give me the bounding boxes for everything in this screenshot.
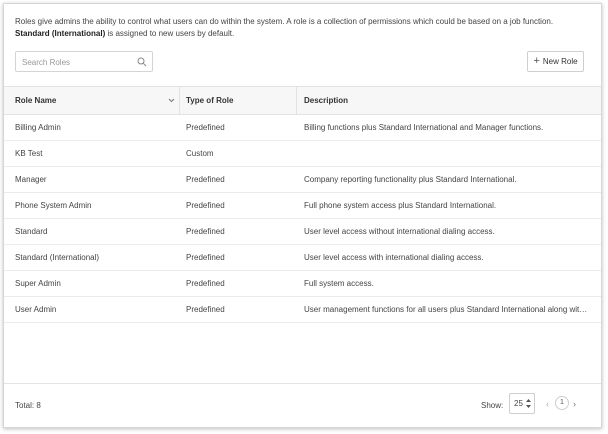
table-row[interactable]: User Admin Predefined User management fu… <box>4 297 601 323</box>
header-type-of-role: Type of Role <box>186 96 234 105</box>
header-description: Description <box>304 96 349 105</box>
role-name-cell[interactable]: Phone System Admin <box>15 193 91 218</box>
roles-description: Roles give admins the ability to control… <box>15 16 595 40</box>
role-name-cell[interactable]: Super Admin <box>15 271 61 296</box>
chevron-down-icon[interactable] <box>168 97 175 104</box>
chevron-right-icon[interactable]: › <box>573 399 576 409</box>
column-divider <box>179 87 180 114</box>
role-name-cell[interactable]: KB Test <box>15 141 42 166</box>
role-type-cell: Predefined <box>186 253 225 262</box>
table-row[interactable]: Phone System Admin Predefined Full phone… <box>4 193 601 219</box>
intro-line-2-rest: is assigned to new users by default. <box>105 29 235 38</box>
updown-icon <box>526 399 531 408</box>
page-size-value: 25 <box>514 399 523 408</box>
new-role-button[interactable]: + New Role <box>527 51 584 72</box>
role-type-cell: Predefined <box>186 175 225 184</box>
total-count: Total: 8 <box>15 401 41 410</box>
table-row[interactable]: Super Admin Predefined Full system acces… <box>4 271 601 297</box>
new-role-label: New Role <box>542 57 578 66</box>
table-row[interactable]: KB Test Custom <box>4 141 601 167</box>
intro-line-2: Standard (International) is assigned to … <box>15 28 595 40</box>
default-role-name: Standard (International) <box>15 29 106 38</box>
role-type-cell: Predefined <box>186 201 225 210</box>
search-input[interactable] <box>22 56 132 68</box>
role-name-cell[interactable]: Standard (International) <box>15 245 99 270</box>
table-row[interactable]: Standard Predefined User level access wi… <box>4 219 601 245</box>
role-description-cell: Company reporting functionality plus Sta… <box>304 175 517 184</box>
role-name-cell[interactable]: Standard <box>15 219 47 244</box>
page-number-button[interactable]: 1 <box>555 396 569 410</box>
intro-line-1: Roles give admins the ability to control… <box>15 17 554 26</box>
table-row[interactable]: Standard (International) Predefined User… <box>4 245 601 271</box>
show-label: Show: <box>481 401 504 410</box>
chevron-left-icon[interactable]: ‹ <box>546 399 549 409</box>
role-description-cell: Full system access. <box>304 279 374 288</box>
role-name-cell[interactable]: Manager <box>15 167 47 192</box>
table-row[interactable]: Manager Predefined Company reporting fun… <box>4 167 601 193</box>
role-type-cell: Predefined <box>186 227 225 236</box>
search-icon[interactable] <box>137 57 147 67</box>
table-footer: Total: 8 Show: 25 ‹ 1 › <box>4 383 601 429</box>
role-name-cell[interactable]: Billing Admin <box>15 115 61 140</box>
role-description-cell: User level access without international … <box>304 227 495 236</box>
column-divider <box>296 87 297 114</box>
page-size-select[interactable]: 25 <box>509 393 535 414</box>
table-header: Role Name Type of Role Description <box>4 86 601 115</box>
role-description-cell: User level access with international dia… <box>304 253 484 262</box>
role-type-cell: Custom <box>186 149 214 158</box>
role-type-cell: Predefined <box>186 305 225 314</box>
role-name-cell[interactable]: User Admin <box>15 297 56 322</box>
roles-panel: Roles give admins the ability to control… <box>3 3 602 428</box>
role-description-cell: Full phone system access plus Standard I… <box>304 201 497 210</box>
header-role-name[interactable]: Role Name <box>15 87 56 114</box>
table-row[interactable]: Billing Admin Predefined Billing functio… <box>4 115 601 141</box>
role-type-cell: Predefined <box>186 123 225 132</box>
role-description-cell: User management functions for all users … <box>304 305 590 314</box>
plus-icon: + <box>533 55 540 67</box>
roles-table: Role Name Type of Role Description Billi… <box>4 86 601 323</box>
role-type-cell: Predefined <box>186 279 225 288</box>
role-description-cell: Billing functions plus Standard Internat… <box>304 123 544 132</box>
search-box[interactable] <box>15 51 153 72</box>
